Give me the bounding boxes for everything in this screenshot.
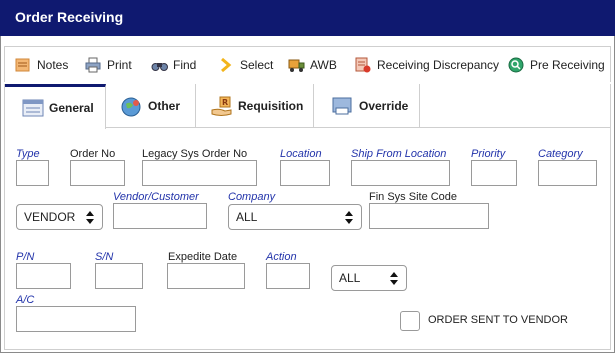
order-sent-to-vendor-label: ORDER SENT TO VENDOR (428, 314, 568, 326)
title-bar: Order Receiving (0, 0, 615, 36)
order-no-label: Order No (70, 148, 116, 160)
location-label: Location (280, 148, 322, 160)
company-select-value: ALL (236, 210, 258, 224)
pre-receiving-icon (508, 57, 524, 73)
sn-label: S/N (95, 251, 114, 263)
tab-requisition[interactable]: R Requisition (196, 84, 314, 128)
find-button[interactable]: Find (151, 55, 196, 75)
ship-from-location-label: Ship From Location (351, 148, 447, 160)
tab-general-label: General (49, 101, 94, 115)
fin-sys-site-code-label: Fin Sys Site Code (369, 191, 458, 203)
action-select[interactable]: ALL (331, 265, 407, 291)
pre-receiving-button[interactable]: Pre Receiving (508, 55, 605, 75)
action-select-value: ALL (339, 271, 361, 285)
category-input[interactable] (538, 160, 597, 186)
order-no-input[interactable] (70, 160, 125, 186)
ac-label: A/C (16, 294, 35, 306)
discrepancy-icon (355, 57, 371, 73)
priority-label: Priority (471, 148, 506, 160)
pn-input[interactable] (16, 263, 71, 289)
pn-label: P/N (16, 251, 35, 263)
select-button[interactable]: Select (218, 55, 273, 75)
tab-general[interactable]: General (5, 84, 106, 129)
requisition-hand-icon: R (211, 96, 233, 116)
select-chevron-icon (218, 57, 234, 73)
ac-input[interactable] (16, 306, 136, 332)
notes-icon (15, 57, 31, 73)
select-label: Select (240, 58, 274, 72)
tab-other[interactable]: Other (106, 84, 196, 128)
svg-text:R: R (222, 98, 228, 107)
vendor-type-select[interactable]: VENDOR (16, 204, 103, 230)
awb-label: AWB (310, 58, 337, 72)
notes-label: Notes (37, 58, 69, 72)
order-sent-to-vendor-checkbox[interactable] (400, 311, 420, 331)
toolbar: Notes Print Find Select AWB Receiving Di… (4, 46, 611, 82)
fin-sys-site-code-input[interactable] (369, 203, 489, 229)
sn-input[interactable] (95, 263, 143, 289)
receiving-discrepancy-button[interactable]: Receiving Discrepancy (355, 55, 499, 75)
legacy-sys-order-no-label: Legacy Sys Order No (142, 148, 248, 160)
tab-override[interactable]: Override (314, 84, 420, 128)
ship-from-location-input[interactable] (351, 160, 450, 186)
notes-button[interactable]: Notes (15, 55, 68, 75)
location-input[interactable] (280, 160, 330, 186)
expedite-date-input[interactable] (167, 263, 245, 289)
truck-icon (288, 57, 305, 73)
select-arrows-icon (86, 211, 94, 225)
find-label: Find (173, 58, 197, 72)
override-icon (332, 96, 354, 116)
company-select[interactable]: ALL (228, 204, 362, 230)
pre-receiving-label: Pre Receiving (530, 58, 605, 72)
priority-input[interactable] (471, 160, 517, 186)
type-input[interactable] (16, 160, 49, 186)
tab-bar: General Other R Requisition Override (4, 84, 611, 129)
receiving-discrepancy-label: Receiving Discrepancy (377, 58, 500, 72)
tab-requisition-label: Requisition (238, 99, 304, 113)
binoculars-icon (151, 57, 168, 73)
action-input[interactable] (266, 263, 310, 289)
vendor-customer-input[interactable] (113, 203, 207, 229)
print-label: Print (107, 58, 132, 72)
vendor-type-select-value: VENDOR (24, 210, 76, 224)
vendor-customer-label: Vendor/Customer (113, 191, 199, 203)
type-label: Type (16, 148, 40, 160)
general-tab-icon (22, 98, 44, 118)
print-button[interactable]: Print (85, 55, 132, 75)
company-label: Company (228, 191, 276, 203)
expedite-date-label: Expedite Date (168, 251, 238, 263)
print-icon (85, 57, 101, 73)
category-label: Category (538, 148, 583, 160)
tab-override-label: Override (359, 99, 409, 113)
awb-button[interactable]: AWB (288, 55, 337, 75)
select-arrows-icon (390, 272, 398, 286)
select-arrows-icon (345, 211, 353, 225)
tab-other-label: Other (148, 99, 181, 113)
window-title: Order Receiving (15, 9, 124, 25)
legacy-sys-order-no-input[interactable] (142, 160, 257, 186)
globe-icon (121, 96, 143, 117)
action-label: Action (266, 251, 297, 263)
